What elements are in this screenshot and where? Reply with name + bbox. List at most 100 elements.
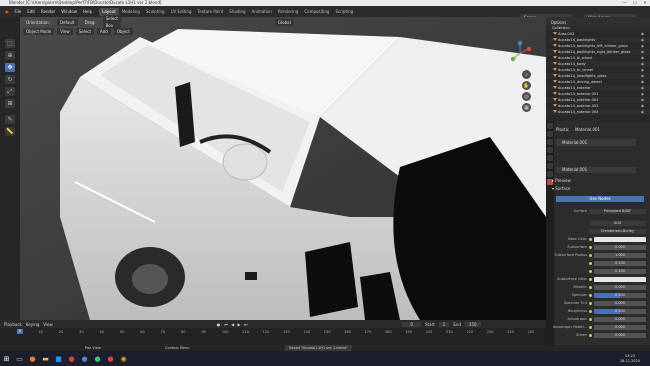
file-explorer-icon[interactable]: ▬ [39, 351, 52, 366]
sss-method-dropdown[interactable]: Christensen-Burley [589, 228, 646, 234]
shader-input-field[interactable]: 0.000 [594, 316, 646, 322]
move-icon[interactable]: ✥ [5, 63, 15, 72]
menu-object[interactable]: Object [113, 27, 133, 35]
tab-animation[interactable]: Animation [249, 8, 275, 16]
menu-render[interactable]: Render [38, 6, 58, 17]
measure-icon[interactable]: 📏 [5, 127, 15, 136]
socket-icon[interactable] [589, 269, 592, 273]
menu-file[interactable]: File [12, 6, 25, 17]
shader-input-field[interactable]: 0.200 [594, 260, 646, 266]
tab-shading[interactable]: Shading [226, 8, 248, 16]
app-blue-icon[interactable]: ● [78, 351, 91, 366]
annotate-icon[interactable]: ✎ [5, 115, 15, 124]
app-red2-icon[interactable]: ● [104, 351, 117, 366]
scale-icon[interactable]: ⤢ [5, 87, 15, 96]
mode-dropdown[interactable]: Object Mode [23, 27, 55, 35]
transform-icon[interactable]: ⊞ [5, 99, 15, 108]
blender-logo-icon[interactable]: ◉ [2, 6, 12, 17]
material-datablock-field[interactable]: Material.001 [556, 167, 636, 173]
socket-icon[interactable] [589, 333, 592, 337]
modifier-tab-icon[interactable] [547, 171, 553, 177]
playback-controls[interactable]: ⏮ ◀ ▶ ⏭ [224, 322, 248, 327]
shader-input-field[interactable] [594, 236, 646, 242]
blender-taskbar-icon[interactable]: ◉ [117, 351, 130, 366]
grid-icon[interactable]: ▦ [522, 103, 531, 112]
surface-panel-header[interactable]: ▾ Surface [552, 186, 571, 191]
pan-hand-icon[interactable]: ✋ [522, 81, 531, 90]
options-dropdown[interactable]: Options [547, 18, 570, 26]
zoom-icon[interactable]: ⌕ [522, 70, 531, 79]
tool-tab-icon[interactable] [547, 123, 553, 129]
menu-playback[interactable]: Playback [4, 322, 22, 327]
tab-rendering[interactable]: Rendering [275, 8, 301, 16]
material-name: Material.001 [574, 127, 601, 132]
tab-scripting[interactable]: Scripting [332, 8, 356, 16]
socket-icon[interactable] [589, 253, 592, 257]
app-green-icon[interactable]: ● [91, 351, 104, 366]
record-icon[interactable]: ● [217, 322, 221, 327]
photoshop-icon[interactable]: ■ [52, 351, 65, 366]
end-frame-field[interactable]: 250 [464, 321, 481, 327]
menu-edit[interactable]: Edit [24, 6, 38, 17]
socket-icon[interactable] [589, 277, 592, 281]
shader-input-field[interactable]: 0.500 [594, 292, 646, 298]
shader-input-field[interactable]: 0.000 [594, 244, 646, 250]
socket-icon[interactable] [589, 261, 592, 265]
firefox-icon[interactable]: ● [26, 351, 39, 366]
navigation-gizmo[interactable] [507, 40, 533, 66]
render-tab-icon[interactable] [547, 131, 553, 137]
tab-compositing[interactable]: Compositing [301, 8, 332, 16]
scene-tab-icon[interactable] [547, 147, 553, 153]
surface-shader-field[interactable]: Principled BSDF [589, 208, 646, 214]
shader-input-field[interactable]: 0.500 [594, 308, 646, 314]
socket-icon[interactable] [589, 293, 592, 297]
transform-orientation-dropdown[interactable]: Global [274, 18, 294, 26]
shader-input-field[interactable]: 0.000 [594, 324, 646, 330]
menu-timeline-view[interactable]: View [43, 322, 53, 327]
cursor-icon[interactable]: ⊕ [5, 51, 15, 60]
camera-icon[interactable]: ◎ [522, 92, 531, 101]
shader-input-field[interactable]: 0.000 [594, 300, 646, 306]
world-tab-icon[interactable] [547, 155, 553, 161]
app-red-icon[interactable]: ● [65, 351, 78, 366]
socket-icon[interactable] [589, 317, 592, 321]
tab-texture-paint[interactable]: Texture Paint [194, 8, 226, 16]
shader-input-field[interactable]: 0.000 [594, 332, 646, 338]
socket-icon[interactable] [589, 237, 592, 241]
menu-view[interactable]: View [57, 27, 73, 35]
shader-input-field[interactable] [594, 276, 646, 282]
distribution-dropdown[interactable]: GGX [589, 220, 646, 226]
socket-icon[interactable] [589, 309, 592, 313]
task-view-icon[interactable]: ▭ [13, 351, 26, 366]
output-tab-icon[interactable] [547, 139, 553, 145]
3d-viewport[interactable] [20, 17, 546, 320]
object-tab-icon[interactable] [547, 163, 553, 169]
current-frame-field[interactable]: 0 [402, 321, 422, 327]
socket-icon[interactable] [589, 285, 592, 289]
socket-icon[interactable] [589, 245, 592, 249]
preview-panel-header[interactable]: ▸ Preview [552, 178, 571, 183]
use-nodes-button[interactable]: Use Nodes [556, 196, 644, 202]
shader-input-field[interactable]: 0.000 [594, 284, 646, 290]
menu-keying[interactable]: Keying [26, 322, 39, 327]
orientation-dropdown[interactable]: Default [56, 18, 78, 26]
windows-start-icon[interactable]: ⊞ [0, 351, 13, 366]
shader-input-field[interactable]: 1.000 [594, 252, 646, 258]
outliner-item[interactable]: ducato14_exterior.004 ◉ [546, 109, 650, 115]
socket-icon[interactable] [589, 325, 592, 329]
tab-uv-editing[interactable]: UV Editing [168, 8, 195, 16]
menu-select[interactable]: Select [75, 27, 95, 35]
clock[interactable]: 13:23 28.11.2020 [620, 354, 650, 363]
menu-window[interactable]: Window [58, 6, 80, 17]
menu-add[interactable]: Add [97, 27, 111, 35]
tab-modeling[interactable]: Modeling [119, 8, 143, 16]
start-frame-field[interactable]: 1 [438, 321, 450, 327]
socket-icon[interactable] [589, 301, 592, 305]
rotate-icon[interactable]: ↻ [5, 75, 15, 84]
select-box-icon[interactable]: ⬚ [5, 39, 15, 48]
eye-icon[interactable]: ◉ [641, 109, 644, 115]
tab-sculpting[interactable]: Sculpting [143, 8, 168, 16]
material-slot-list[interactable]: Material.001 [556, 139, 636, 146]
shader-input-field[interactable]: 0.100 [594, 268, 646, 274]
menu-help[interactable]: Help [80, 6, 95, 17]
